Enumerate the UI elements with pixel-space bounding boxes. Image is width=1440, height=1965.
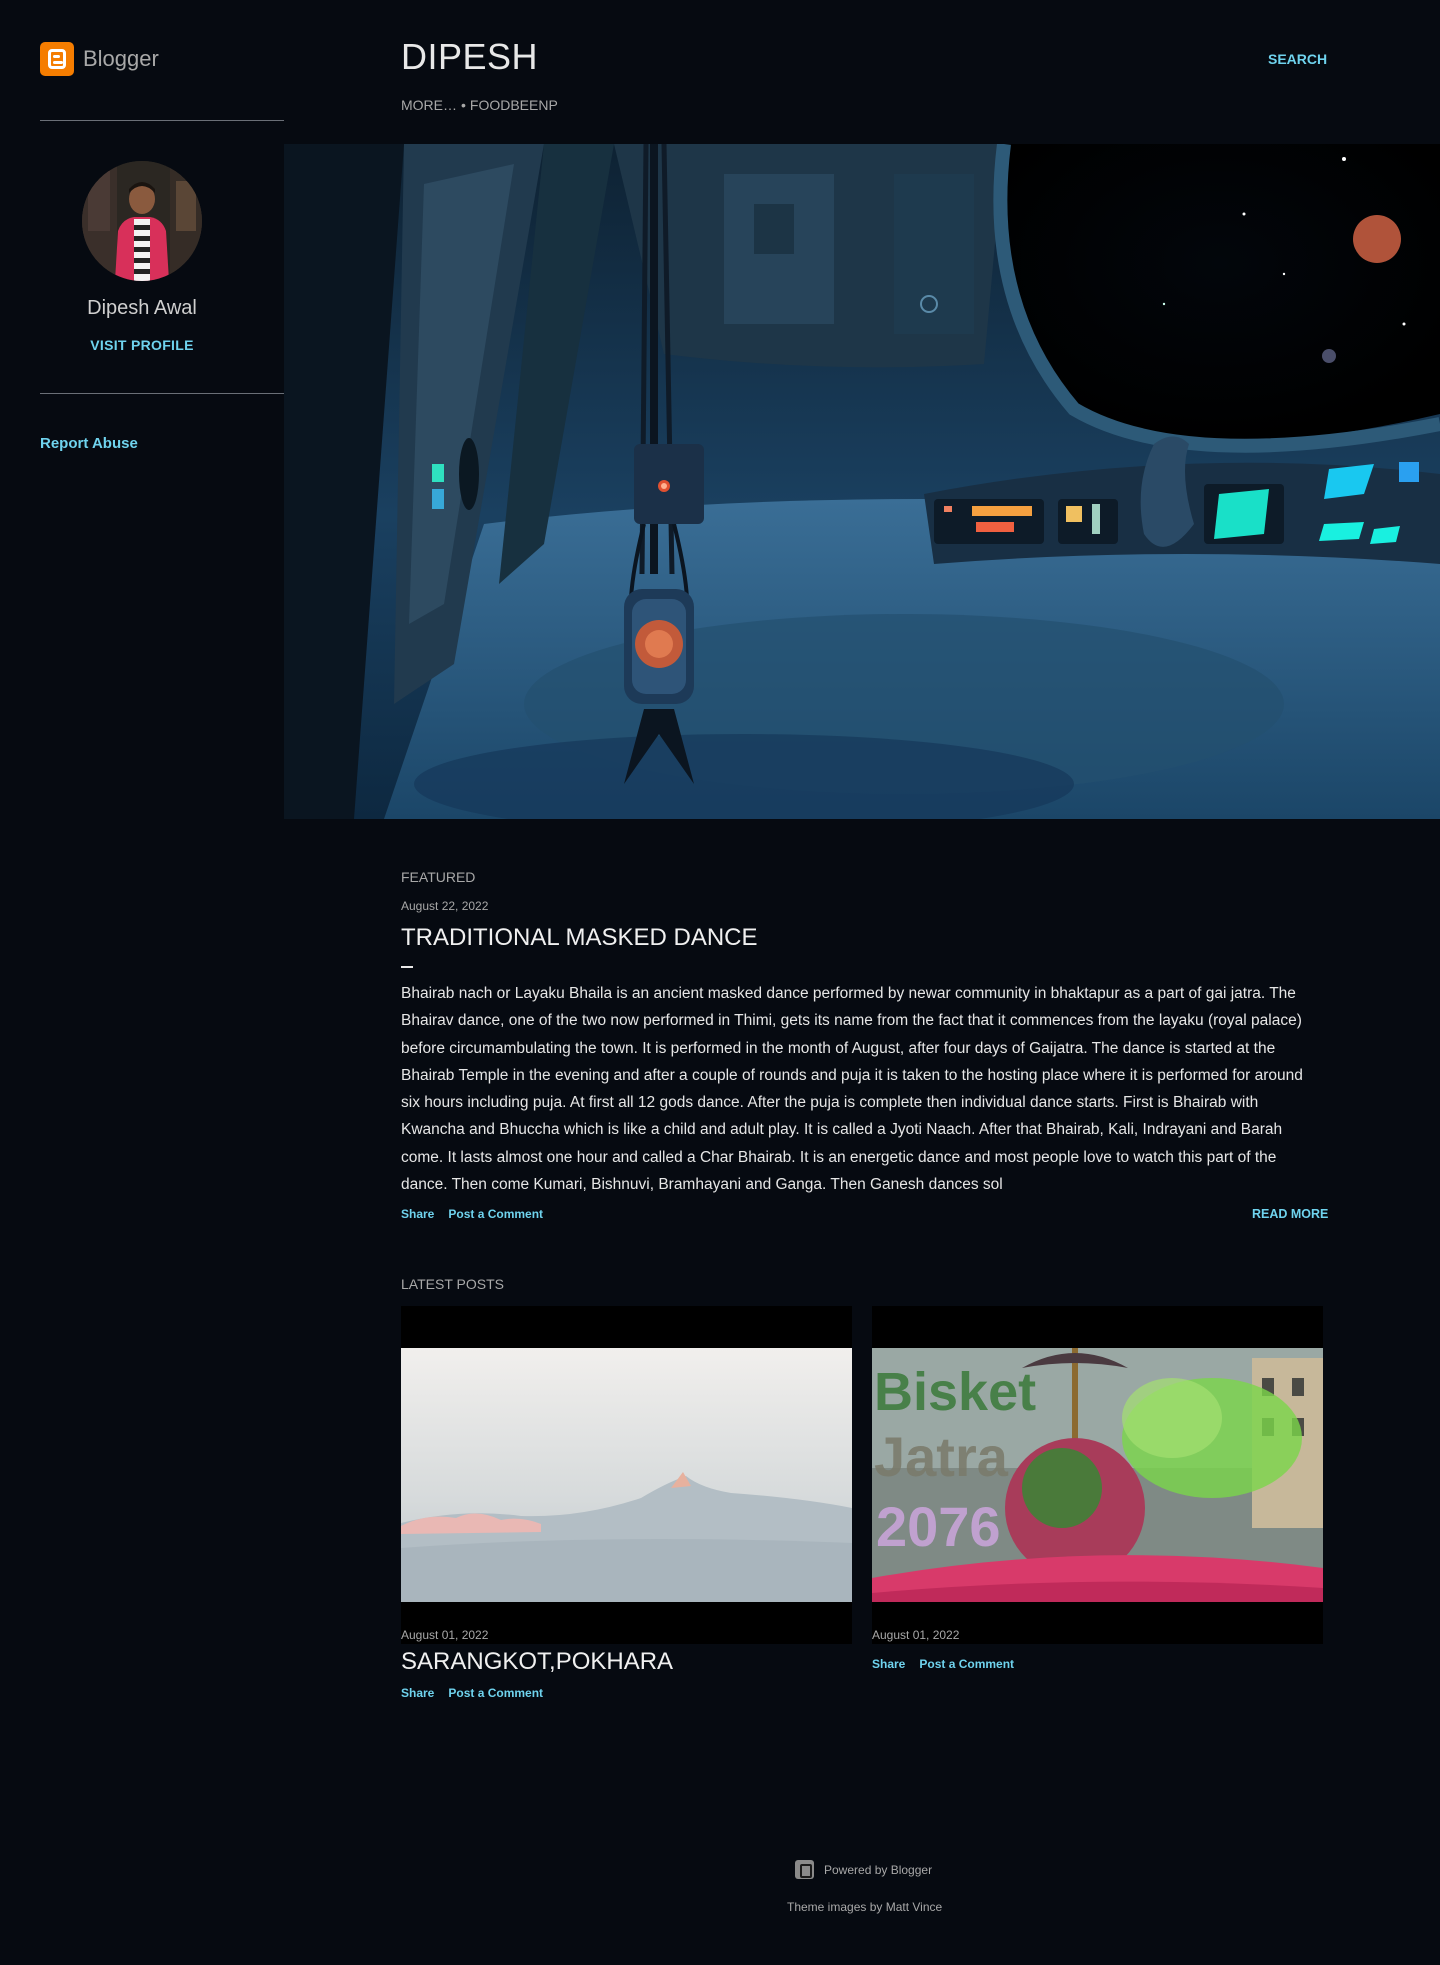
header-hero-image [284,144,1440,819]
nav-separator: • [461,97,466,113]
bisket-overlay-text: Bisket [874,1362,1036,1422]
featured-post-actions: Share Post a Comment [401,1207,543,1221]
powered-by-label: Powered by Blogger [824,1862,933,1877]
blog-title[interactable]: DIPESH [401,36,538,78]
read-more-link[interactable]: READ MORE [1252,1207,1328,1221]
latest-post-actions: Share Post a Comment [872,1657,1014,1671]
nav-more-link[interactable]: MORE… [401,97,457,113]
nav-item-foodbeenp[interactable]: FOODBEENP [470,97,558,113]
latest-post-actions: Share Post a Comment [401,1686,543,1700]
avatar[interactable] [82,161,202,281]
featured-post-title[interactable]: TRADITIONAL MASKED DANCE [401,924,758,952]
blogger-icon [40,42,74,76]
post-thumbnail[interactable] [401,1348,852,1602]
post-comment-link[interactable]: Post a Comment [448,1207,543,1221]
featured-post-snippet: Bhairab nach or Layaku Bhaila is an anci… [401,985,1303,1194]
latest-post-date[interactable]: August 01, 2022 [401,1628,488,1642]
theme-attribution: Theme images by Matt Vince [787,1900,943,1914]
share-button[interactable]: Share [401,1207,434,1221]
latest-post-title[interactable]: SARANGKOT,POKHARA [401,1648,673,1676]
powered-by-blogger-link[interactable]: Powered by Blogger [795,1860,932,1879]
blog-nav: MORE… • FOODBEENP [401,97,558,113]
share-button[interactable]: Share [401,1686,434,1700]
profile-name: Dipesh Awal [87,297,197,319]
visit-profile-link[interactable]: VISIT PROFILE [40,337,244,353]
sidebar: Blogger Dipesh Awal VISIT PROFILE Report… [0,0,284,1965]
post-comment-link[interactable]: Post a Comment [448,1686,543,1700]
sidebar-divider [40,393,284,394]
blogger-wordmark: Blogger [83,46,159,71]
blogger-icon [795,1860,814,1879]
search-button[interactable]: SEARCH [1268,51,1327,67]
featured-post-date[interactable]: August 22, 2022 [401,899,488,913]
latest-post-card[interactable]: Bisket Jatra 2076 August 01, 2022 [872,1306,1323,1644]
report-abuse-link[interactable]: Report Abuse [40,435,138,452]
post-thumbnail[interactable]: Bisket Jatra 2076 [872,1348,1323,1602]
jatra-overlay-text: Jatra [874,1425,1009,1488]
year-overlay-text: 2076 [876,1495,1001,1558]
post-comment-link[interactable]: Post a Comment [919,1657,1014,1671]
title-divider [401,966,413,968]
latest-post-date[interactable]: August 01, 2022 [872,1628,959,1642]
latest-post-card[interactable]: August 01, 2022 [401,1306,852,1644]
sidebar-divider [40,120,284,121]
featured-section-label: FEATURED [401,869,476,885]
blogger-home-link[interactable]: Blogger [40,42,159,76]
share-button[interactable]: Share [872,1657,905,1671]
latest-posts-label: LATEST POSTS [401,1276,504,1292]
